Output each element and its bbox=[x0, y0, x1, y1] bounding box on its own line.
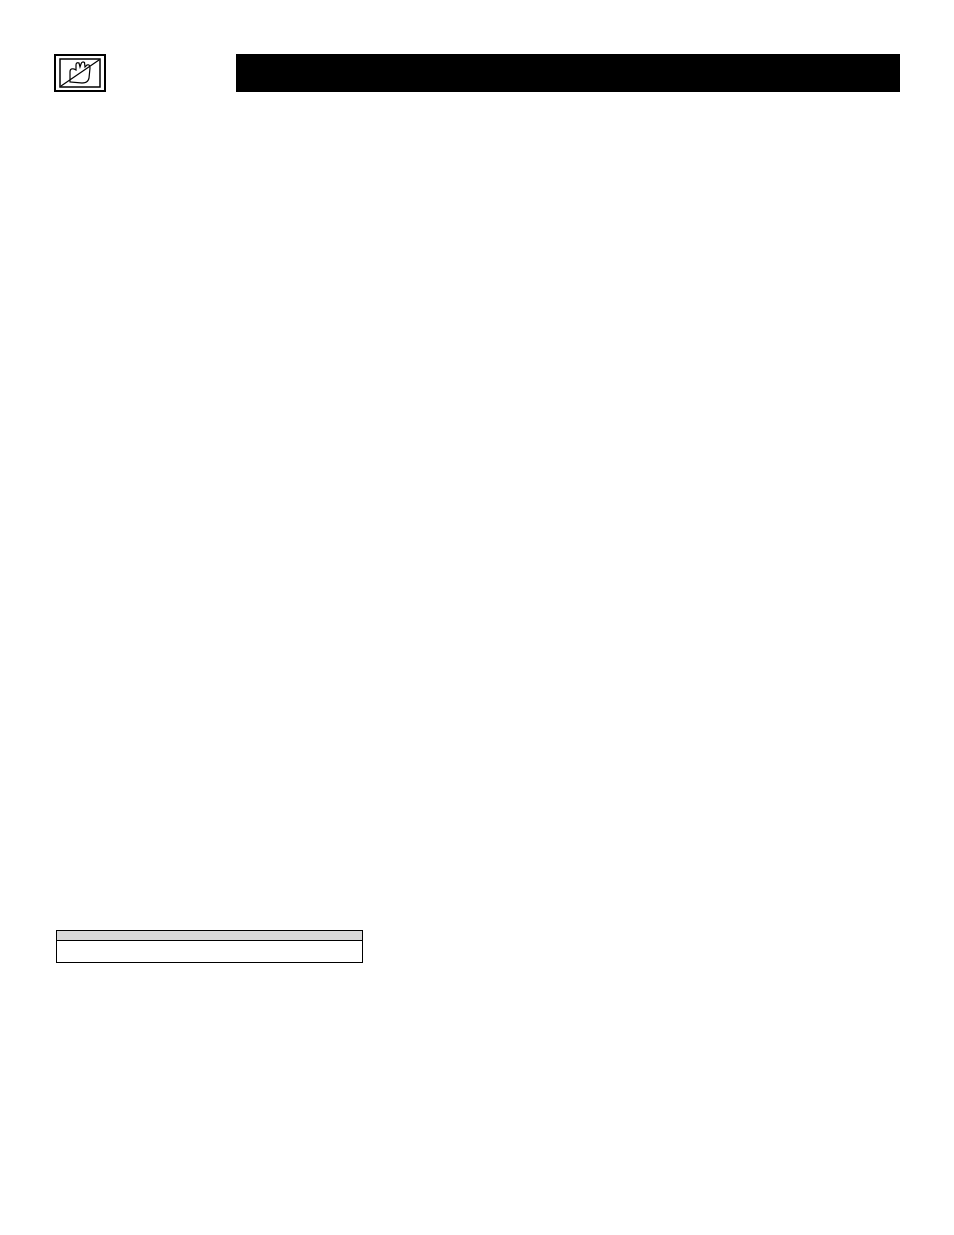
helpful-hint-body bbox=[57, 941, 362, 962]
page-title bbox=[236, 54, 900, 92]
helpful-hint-box bbox=[56, 930, 363, 963]
header-bar bbox=[236, 54, 900, 92]
intro-paragraph bbox=[57, 108, 357, 112]
helpful-hint-title bbox=[57, 931, 362, 941]
page-header bbox=[54, 54, 900, 92]
intro-dropcap bbox=[57, 108, 60, 112]
hand-pointing-icon bbox=[54, 54, 106, 92]
